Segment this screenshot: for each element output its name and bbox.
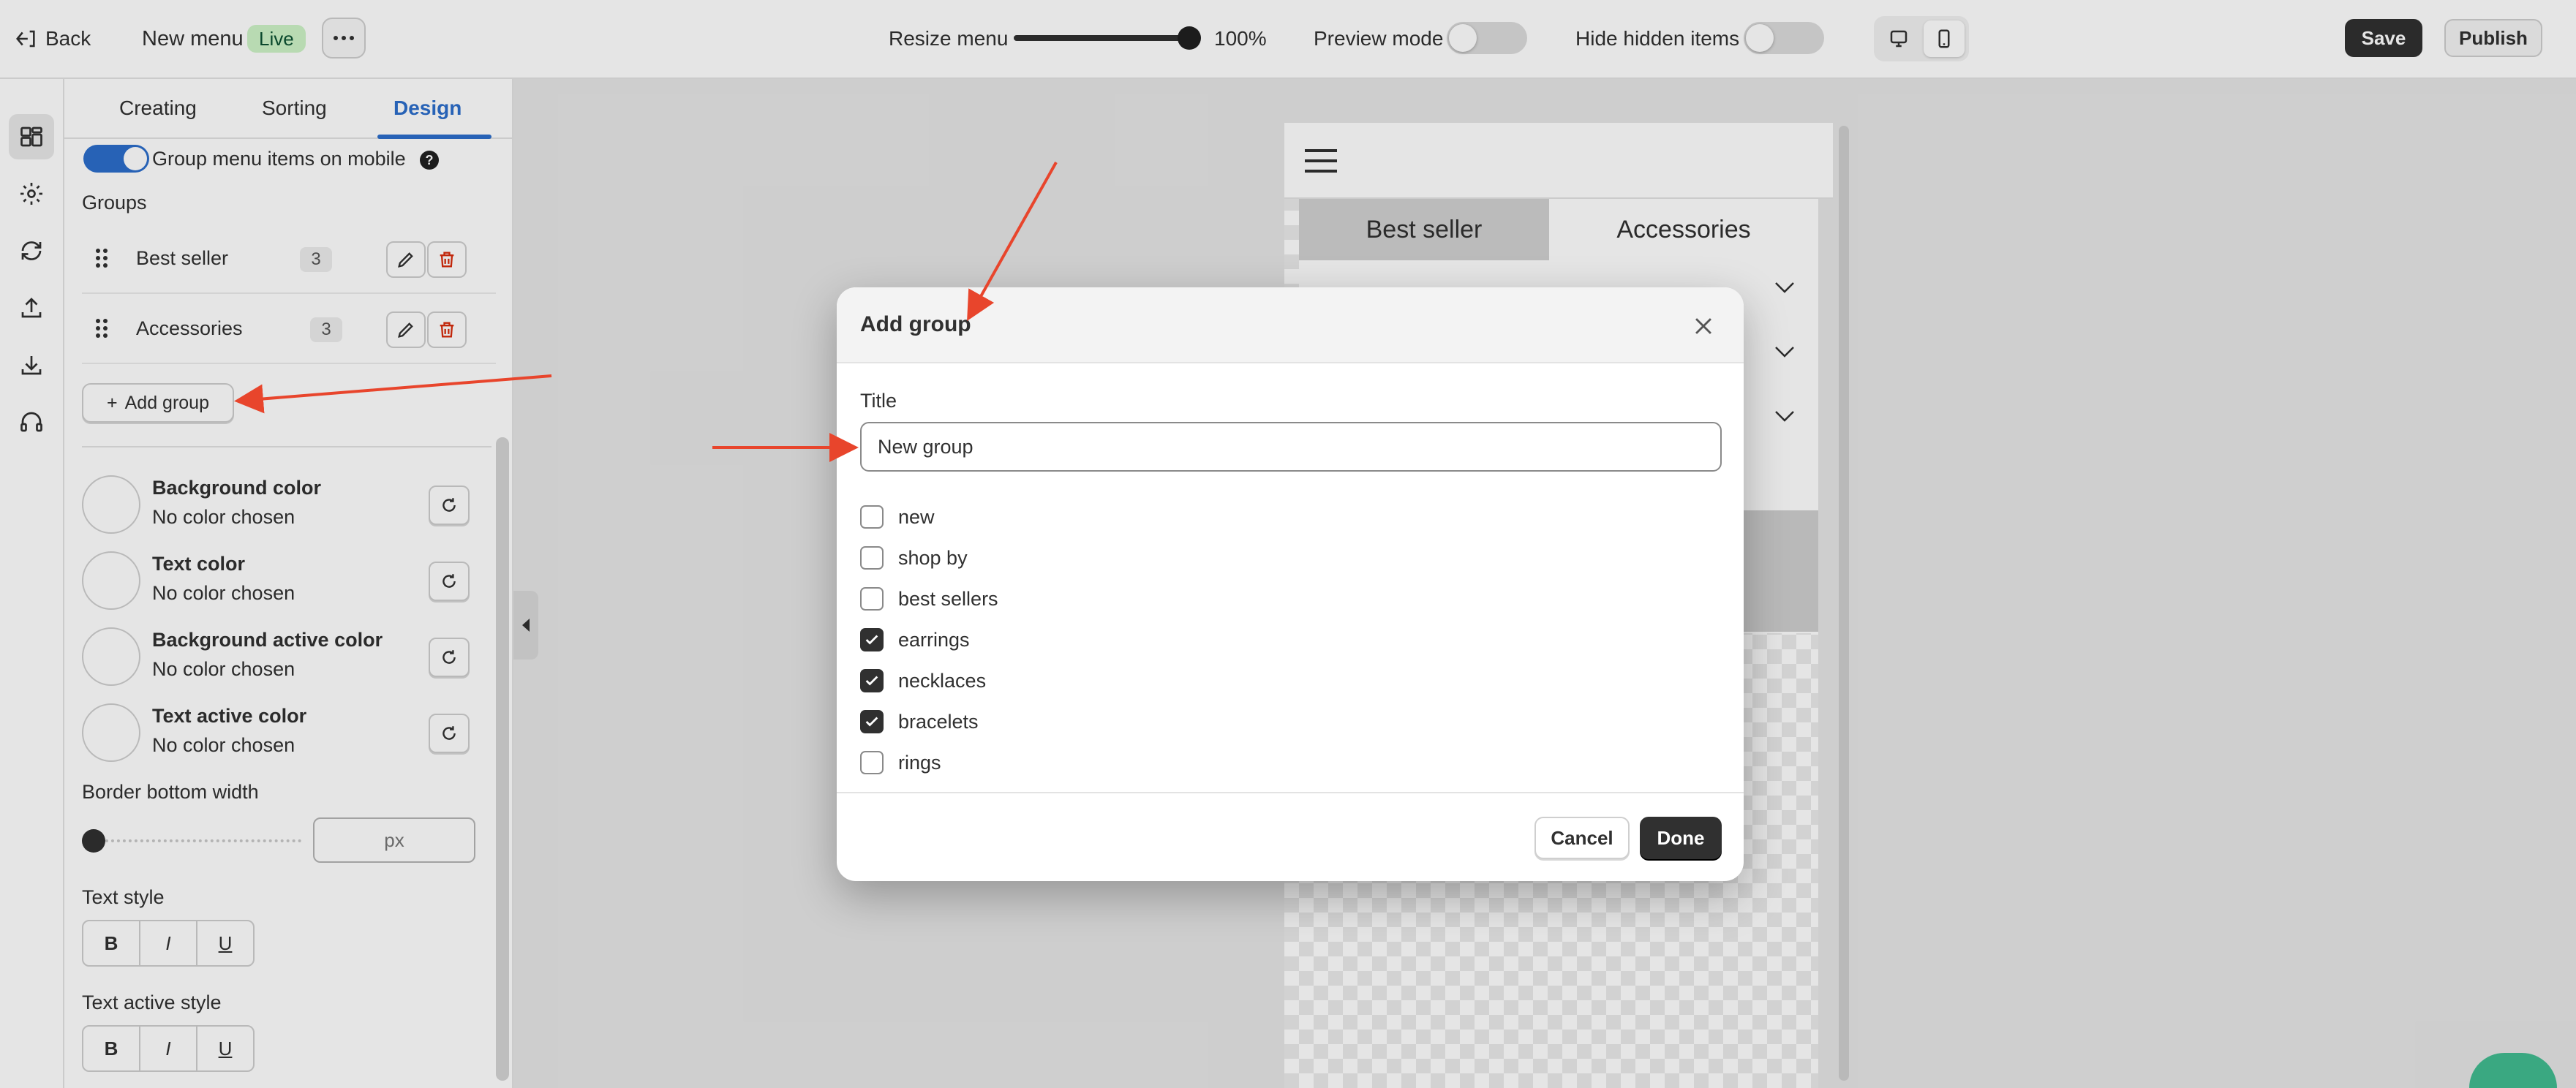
- checkbox-label: necklaces: [898, 669, 987, 692]
- checkbox-row[interactable]: necklaces: [860, 666, 986, 695]
- checkbox-row[interactable]: shop by: [860, 543, 968, 573]
- cancel-button[interactable]: Cancel: [1534, 817, 1630, 859]
- add-group-modal: Add group Title new shop by best sellers…: [837, 287, 1744, 881]
- checkbox-label: best sellers: [898, 587, 998, 610]
- group-title-input[interactable]: [860, 422, 1722, 472]
- checkmark-icon: [865, 676, 878, 686]
- checkbox-label: new: [898, 505, 935, 528]
- checkbox-checked[interactable]: [860, 710, 884, 733]
- done-button[interactable]: Done: [1640, 817, 1722, 859]
- checkmark-icon: [865, 635, 878, 645]
- checkbox-checked[interactable]: [860, 628, 884, 651]
- modal-header: Add group: [837, 287, 1744, 363]
- checkbox-label: rings: [898, 751, 941, 774]
- checkbox[interactable]: [860, 751, 884, 774]
- modal-title: Add group: [860, 312, 971, 336]
- checkbox[interactable]: [860, 546, 884, 570]
- checkbox-label: earrings: [898, 628, 970, 651]
- checkbox-row[interactable]: bracelets: [860, 707, 979, 736]
- checkbox[interactable]: [860, 505, 884, 529]
- checkbox-row[interactable]: earrings: [860, 625, 970, 654]
- checkbox-row[interactable]: rings: [860, 748, 941, 777]
- title-field-label: Title: [860, 390, 897, 412]
- checkbox-checked[interactable]: [860, 669, 884, 692]
- checkbox-row[interactable]: new: [860, 502, 935, 532]
- checkbox-label: bracelets: [898, 710, 979, 733]
- checkmark-icon: [865, 717, 878, 727]
- close-icon[interactable]: [1691, 314, 1716, 339]
- checkbox-label: shop by: [898, 546, 968, 569]
- checkbox[interactable]: [860, 587, 884, 611]
- checkbox-row[interactable]: best sellers: [860, 584, 998, 613]
- modal-footer-divider: [837, 792, 1744, 793]
